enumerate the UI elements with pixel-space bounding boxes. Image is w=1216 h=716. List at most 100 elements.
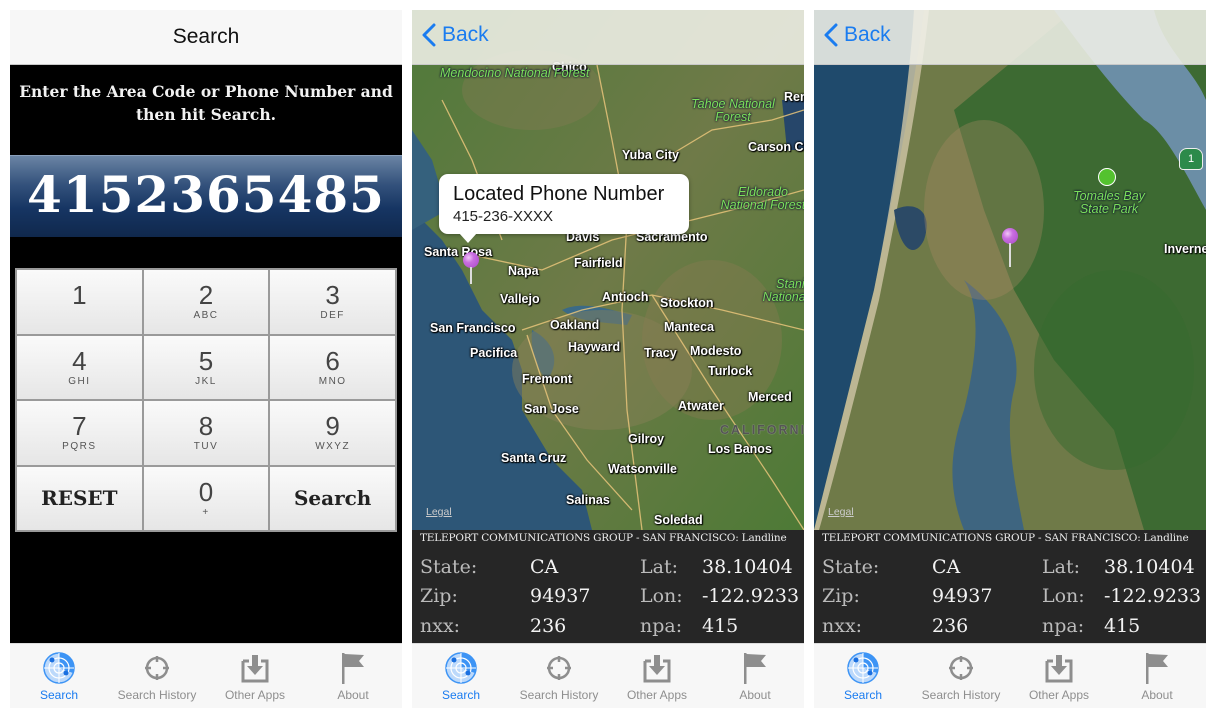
radar-icon xyxy=(846,651,880,685)
location-pin[interactable] xyxy=(1002,228,1018,268)
key-letters: TUV xyxy=(193,441,219,453)
key-digit: 2 xyxy=(198,280,214,311)
instructions-text: Enter the Area Code or Phone Number and … xyxy=(19,82,393,124)
highway-number: 1 xyxy=(1187,153,1195,165)
state-label: State: xyxy=(822,556,880,578)
map-label: Modesto xyxy=(690,344,742,358)
map-label: Tomales Bay State Park xyxy=(1073,189,1145,216)
key-1[interactable]: 1 xyxy=(17,270,142,334)
info-row: State: CA Lat: 38.10404 xyxy=(814,556,1206,585)
page-title: Search xyxy=(172,25,240,48)
map-label: Inverness xyxy=(1164,242,1206,256)
info-row: State: CA Lat: 38.10404 xyxy=(412,556,804,585)
map-label: Fairfield xyxy=(574,256,623,270)
tab-label: About xyxy=(1141,688,1173,702)
satellite-map xyxy=(814,10,1206,530)
flag-icon xyxy=(336,651,370,685)
info-row: Zip: 94937 Lon: -122.9233 xyxy=(412,585,804,614)
nxx-label: nxx: xyxy=(420,615,461,637)
tab-search-history[interactable]: Search History xyxy=(108,644,206,708)
zip-value: 94937 xyxy=(932,585,993,607)
key-digit: 7 xyxy=(72,411,87,442)
search-screen: Search Enter the Area Code or Phone Numb… xyxy=(10,10,402,708)
key-4[interactable]: 4 GHI xyxy=(17,335,142,399)
info-panel: TELEPORT COMMUNICATIONS GROUP - SAN FRAN… xyxy=(412,530,804,643)
nav-bar: Search xyxy=(10,10,402,65)
tab-bar: Search Search History Other Apps About xyxy=(10,643,402,708)
radar-icon xyxy=(42,651,76,685)
lon-label: Lon: xyxy=(640,585,683,607)
back-button[interactable]: Back xyxy=(422,23,489,47)
state-value: CA xyxy=(932,556,961,578)
map-label: Pacifica xyxy=(470,346,518,360)
download-tray-icon xyxy=(640,651,674,685)
location-pin[interactable] xyxy=(463,252,479,284)
tab-label: Search History xyxy=(921,688,1001,702)
tab-about[interactable]: About xyxy=(706,644,804,708)
key-9[interactable]: 9 WXYZ xyxy=(270,401,395,465)
map-label: Vallejo xyxy=(500,292,540,306)
tab-label: Other Apps xyxy=(1028,688,1090,702)
info-row: nxx: 236 npa: 415 xyxy=(412,615,804,644)
key-0[interactable]: 0 + xyxy=(143,466,269,530)
map-label: San Francisco xyxy=(430,321,516,335)
lon-label: Lon: xyxy=(1042,585,1085,607)
tab-search[interactable]: Search xyxy=(814,644,912,708)
key-3[interactable]: 3 DEF xyxy=(270,270,395,334)
tab-search-history[interactable]: Search History xyxy=(912,644,1010,708)
tab-other-apps[interactable]: Other Apps xyxy=(206,644,304,708)
key-2[interactable]: 2 ABC xyxy=(143,270,269,334)
callout-title: Located Phone Number xyxy=(453,183,665,205)
tab-label: About xyxy=(739,688,771,702)
npa-value: 415 xyxy=(1104,615,1141,637)
tab-about[interactable]: About xyxy=(304,644,402,708)
map-label: Atwater xyxy=(678,399,724,413)
map-label: Gilroy xyxy=(628,432,665,446)
location-callout[interactable]: Located Phone Number 415-236-XXXX xyxy=(439,174,689,243)
highway-shield-icon: 1 xyxy=(1179,148,1203,170)
nxx-value: 236 xyxy=(932,615,969,637)
tab-bar: Search Search History Other Apps About xyxy=(412,643,804,708)
tab-other-apps[interactable]: Other Apps xyxy=(608,644,706,708)
tab-about[interactable]: About xyxy=(1108,644,1206,708)
key-7[interactable]: 7 PQRS xyxy=(17,401,142,465)
legal-link[interactable]: Legal xyxy=(828,506,854,518)
lat-value: 38.10404 xyxy=(702,556,793,578)
map-label: Santa Rosa xyxy=(424,245,493,259)
key-digit: 8 xyxy=(198,411,214,442)
map-label: Manteca xyxy=(664,320,715,334)
key-digit: 4 xyxy=(72,345,87,376)
tab-other-apps[interactable]: Other Apps xyxy=(1010,644,1108,708)
map-label: Fremont xyxy=(522,372,572,386)
map-view[interactable]: Chico Mendocino National Forest Tahoe Na… xyxy=(412,10,804,530)
key-digit: 0 xyxy=(198,476,214,507)
key-6[interactable]: 6 MNO xyxy=(270,335,395,399)
key-digit: 6 xyxy=(325,345,340,376)
tab-search[interactable]: Search xyxy=(412,644,510,708)
crosshair-icon xyxy=(944,651,978,685)
key-5[interactable]: 5 JKL xyxy=(143,335,269,399)
key-letters: JKL xyxy=(195,375,217,387)
key-letters: PQRS xyxy=(62,441,97,453)
info-row: nxx: 236 npa: 415 xyxy=(814,615,1206,644)
tab-label: Search xyxy=(441,688,481,702)
reset-button[interactable]: RESET xyxy=(17,466,142,530)
zip-label: Zip: xyxy=(420,585,458,607)
phone-number-display[interactable]: 4152365485 xyxy=(10,155,402,237)
info-row: Zip: 94937 Lon: -122.9233 xyxy=(814,585,1206,614)
map-view[interactable]: Tomales Bay State Park Inverness 1 Legal xyxy=(814,10,1206,530)
key-letters: DEF xyxy=(320,310,345,322)
legal-link[interactable]: Legal xyxy=(426,506,452,518)
nav-bar: Back xyxy=(412,10,804,65)
tab-label: Other Apps xyxy=(626,688,688,702)
search-button[interactable]: Search xyxy=(270,466,395,530)
tab-search-history[interactable]: Search History xyxy=(510,644,608,708)
key-letters: WXYZ xyxy=(315,441,351,453)
lat-value: 38.10404 xyxy=(1104,556,1195,578)
back-button[interactable]: Back xyxy=(824,23,891,47)
key-8[interactable]: 8 TUV xyxy=(143,401,269,465)
map-label: Watsonville xyxy=(608,462,677,476)
flag-icon xyxy=(1140,651,1174,685)
tab-search[interactable]: Search xyxy=(10,644,108,708)
map-label: Eldorado National Forest xyxy=(720,185,804,212)
